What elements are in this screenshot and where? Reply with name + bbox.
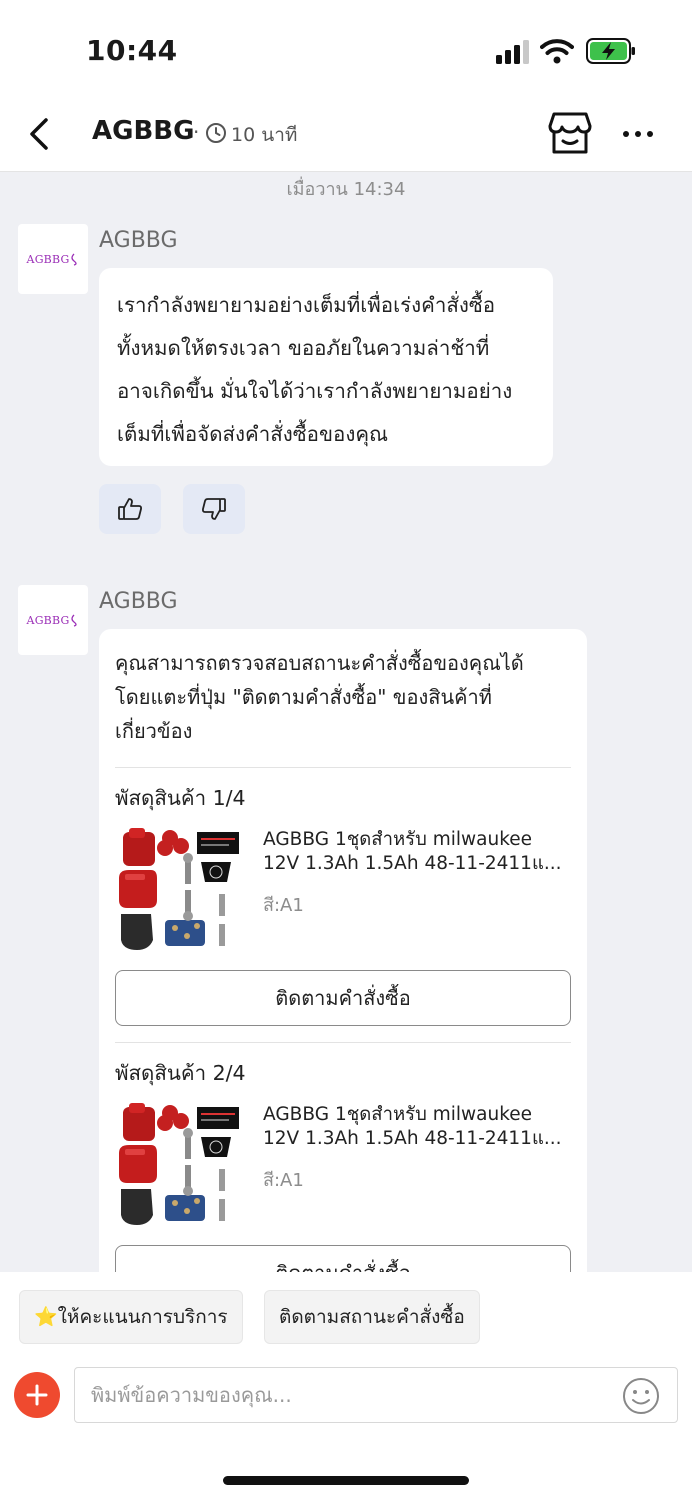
plus-icon [26, 1384, 48, 1406]
logo-swirl-icon [71, 253, 78, 266]
message-line: โดยแตะที่ปุ่ม "ติดตามคำสั่งซื้อ" ของสินค… [115, 685, 492, 709]
message-line: อาจเกิดขึ้น มั่นใจได้ว่าเรากำลังพยายามอย… [117, 379, 513, 403]
product-thumbnail[interactable] [115, 828, 243, 956]
package-item: พัสดุสินค้า 1/4 AGBBG 1ชุดสำหรับ milwauk… [115, 768, 571, 1026]
message-composer [0, 1360, 692, 1500]
thumbs-down-icon [202, 498, 226, 520]
package-item: พัสดุสินค้า 2/4 AGBBG 1ชุดสำหรับ milwauk… [115, 1043, 571, 1272]
track-order-status-chip[interactable]: ติดตามสถานะคำสั่งซื้อ [264, 1290, 480, 1344]
more-options-icon[interactable] [620, 120, 656, 148]
chat-messages-area[interactable]: เมื่อวาน 14:34 AGBBG AGBBG เรากำลังพยายา… [0, 172, 692, 1272]
product-variant: สี:A1 [263, 1170, 304, 1191]
last-active-time: 10 นาที [231, 124, 298, 146]
product-name[interactable]: AGBBG 1ชุดสำหรับ milwaukee [263, 1103, 571, 1127]
shop-name[interactable]: AGBBG [92, 116, 194, 146]
store-icon[interactable] [548, 110, 592, 156]
thumbs-up-button[interactable] [99, 484, 161, 534]
status-bar: 10:44 [0, 0, 692, 100]
wifi-icon [540, 39, 574, 64]
sender-name: AGBBG [99, 228, 178, 253]
message-line: ทั้งหมดให้ตรงเวลา ขออภัยในความล่าช้าที่ [117, 336, 490, 360]
home-indicator [223, 1476, 469, 1485]
order-status-card: คุณสามารถตรวจสอบสถานะคำสั่งซื้อของคุณได้… [99, 629, 587, 1272]
quick-replies-bar: ⭐ให้คะแนนการบริการ ติดตามสถานะคำสั่งซื้อ [0, 1272, 692, 1360]
emoji-icon[interactable] [621, 1376, 661, 1416]
package-title: พัสดุสินค้า 2/4 [115, 1061, 246, 1085]
message-line: เกี่ยวข้อง [115, 719, 193, 743]
shop-avatar[interactable]: AGBBG [18, 585, 88, 655]
cellular-signal-icon [496, 40, 529, 64]
product-name[interactable]: AGBBG 1ชุดสำหรับ milwaukee [263, 828, 571, 852]
header-separator: · [193, 120, 200, 144]
product-name-line2[interactable]: 12V 1.3Ah 1.5Ah 48-11-2411แ... [263, 852, 571, 876]
message-line: เรากำลังพยายามอย่างเต็มที่เพื่อเร่งคำสั่… [117, 293, 496, 317]
thumbs-down-button[interactable] [183, 484, 245, 534]
logo-swirl-icon [71, 614, 78, 627]
battery-charging-icon [586, 38, 635, 64]
rate-service-chip[interactable]: ⭐ให้คะแนนการบริการ [19, 1290, 243, 1344]
avatar-logo-text: AGBBG [26, 613, 70, 627]
track-order-button[interactable]: ติดตามคำสั่งซื้อ [115, 970, 571, 1026]
avatar-logo-text: AGBBG [26, 252, 70, 266]
message-bubble: เรากำลังพยายามอย่างเต็มที่เพื่อเร่งคำสั่… [99, 268, 553, 466]
add-attachment-button[interactable] [14, 1372, 60, 1418]
sender-name: AGBBG [99, 589, 178, 614]
thumbs-up-icon [118, 498, 142, 520]
message-line: คุณสามารถตรวจสอบสถานะคำสั่งซื้อของคุณได้ [115, 651, 524, 675]
back-arrow-icon[interactable] [22, 114, 58, 154]
product-variant: สี:A1 [263, 895, 304, 916]
product-thumbnail[interactable] [115, 1103, 243, 1231]
chat-header: AGBBG · 10 นาที [0, 100, 692, 172]
product-name-line2[interactable]: 12V 1.3Ah 1.5Ah 48-11-2411แ... [263, 1127, 571, 1151]
message-input-box [74, 1367, 678, 1423]
message-input[interactable] [91, 1368, 611, 1422]
track-order-button[interactable]: ติดตามคำสั่งซื้อ [115, 1245, 571, 1272]
clock-icon [206, 123, 226, 143]
package-title: พัสดุสินค้า 1/4 [115, 786, 246, 810]
message-line: เต็มที่เพื่อจัดส่งคำสั่งซื้อของคุณ [117, 422, 389, 446]
message-text: คุณสามารถตรวจสอบสถานะคำสั่งซื้อของคุณได้… [115, 629, 571, 748]
status-time: 10:44 [86, 34, 178, 67]
shop-avatar[interactable]: AGBBG [18, 224, 88, 294]
date-separator: เมื่อวาน 14:34 [286, 179, 406, 200]
